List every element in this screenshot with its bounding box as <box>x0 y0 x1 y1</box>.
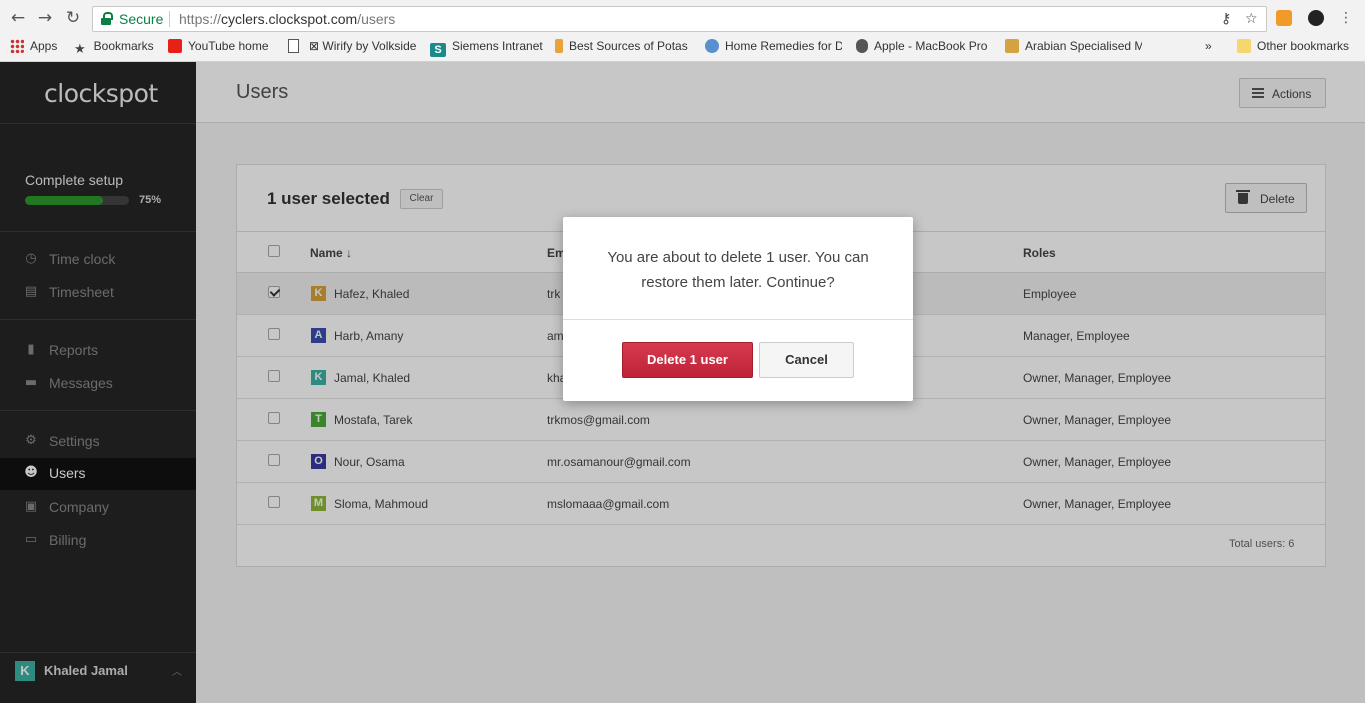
secure-label: Secure <box>119 11 164 27</box>
extension-icon-2[interactable] <box>1308 10 1324 26</box>
bookmarks-overflow-chevron-icon[interactable]: » <box>1205 39 1212 53</box>
extension-icon[interactable] <box>1276 10 1292 26</box>
bookmark-favicon <box>1005 39 1019 53</box>
key-icon[interactable]: ⚷ <box>1221 11 1231 27</box>
page-icon <box>288 39 299 53</box>
bookmark-apps[interactable]: Apps <box>10 39 57 53</box>
bookmark-siemens[interactable]: S Siemens Intranet <box>430 39 543 57</box>
lock-icon <box>101 12 113 25</box>
youtube-icon <box>168 39 182 53</box>
bookmarks-bar: Apps ★ Bookmarks YouTube home ⊠ Wirify by… <box>0 36 1365 58</box>
confirm-delete-button[interactable]: Delete 1 user <box>622 342 753 378</box>
cancel-button[interactable]: Cancel <box>759 342 854 378</box>
apple-icon <box>856 39 868 53</box>
folder-icon <box>1237 39 1251 53</box>
bookmark-other[interactable]: Other bookmarks <box>1237 39 1349 53</box>
address-bar-row: ← → ↻ Secure https://cyclers.clockspot.c… <box>0 0 1365 36</box>
heart-icon <box>705 39 719 53</box>
bookmark-bookmarks[interactable]: ★ Bookmarks <box>74 39 154 56</box>
omnibox-divider <box>169 11 170 27</box>
bookmark-apple[interactable]: Apple - MacBook Pro <box>856 39 991 53</box>
delete-confirm-dialog: You are about to delete 1 user. You can … <box>563 217 913 401</box>
reload-icon[interactable]: ↻ <box>63 8 83 28</box>
menu-kebab-icon[interactable]: ⋮ <box>1336 8 1356 28</box>
bookmark-potassium[interactable]: Best Sources of Potas <box>555 39 691 53</box>
bookmark-home-remedies[interactable]: Home Remedies for D <box>705 39 842 53</box>
siemens-s-icon: S <box>430 43 446 57</box>
forward-arrow-icon[interactable]: → <box>35 8 55 28</box>
bookmark-youtube[interactable]: YouTube home <box>168 39 269 53</box>
back-arrow-icon[interactable]: ← <box>8 8 28 28</box>
star-filled-icon: ★ <box>74 42 86 56</box>
apps-grid-icon <box>10 39 24 53</box>
bookmark-blank-page[interactable] <box>288 39 305 53</box>
browser-chrome: ← → ↻ Secure https://cyclers.clockspot.c… <box>0 0 1365 62</box>
dialog-divider <box>563 319 913 320</box>
bookmark-wirify[interactable]: ⊠ Wirify by Volkside <box>309 39 416 53</box>
address-bar[interactable]: Secure https://cyclers.clockspot.com/use… <box>92 6 1267 32</box>
star-icon[interactable]: ☆ <box>1245 11 1258 27</box>
url-text: https://cyclers.clockspot.com/users <box>179 11 396 27</box>
leaf-icon <box>555 39 563 53</box>
bookmark-arabian[interactable]: Arabian Specialised M <box>1005 39 1142 53</box>
dialog-message: You are about to delete 1 user. You can … <box>607 249 869 291</box>
